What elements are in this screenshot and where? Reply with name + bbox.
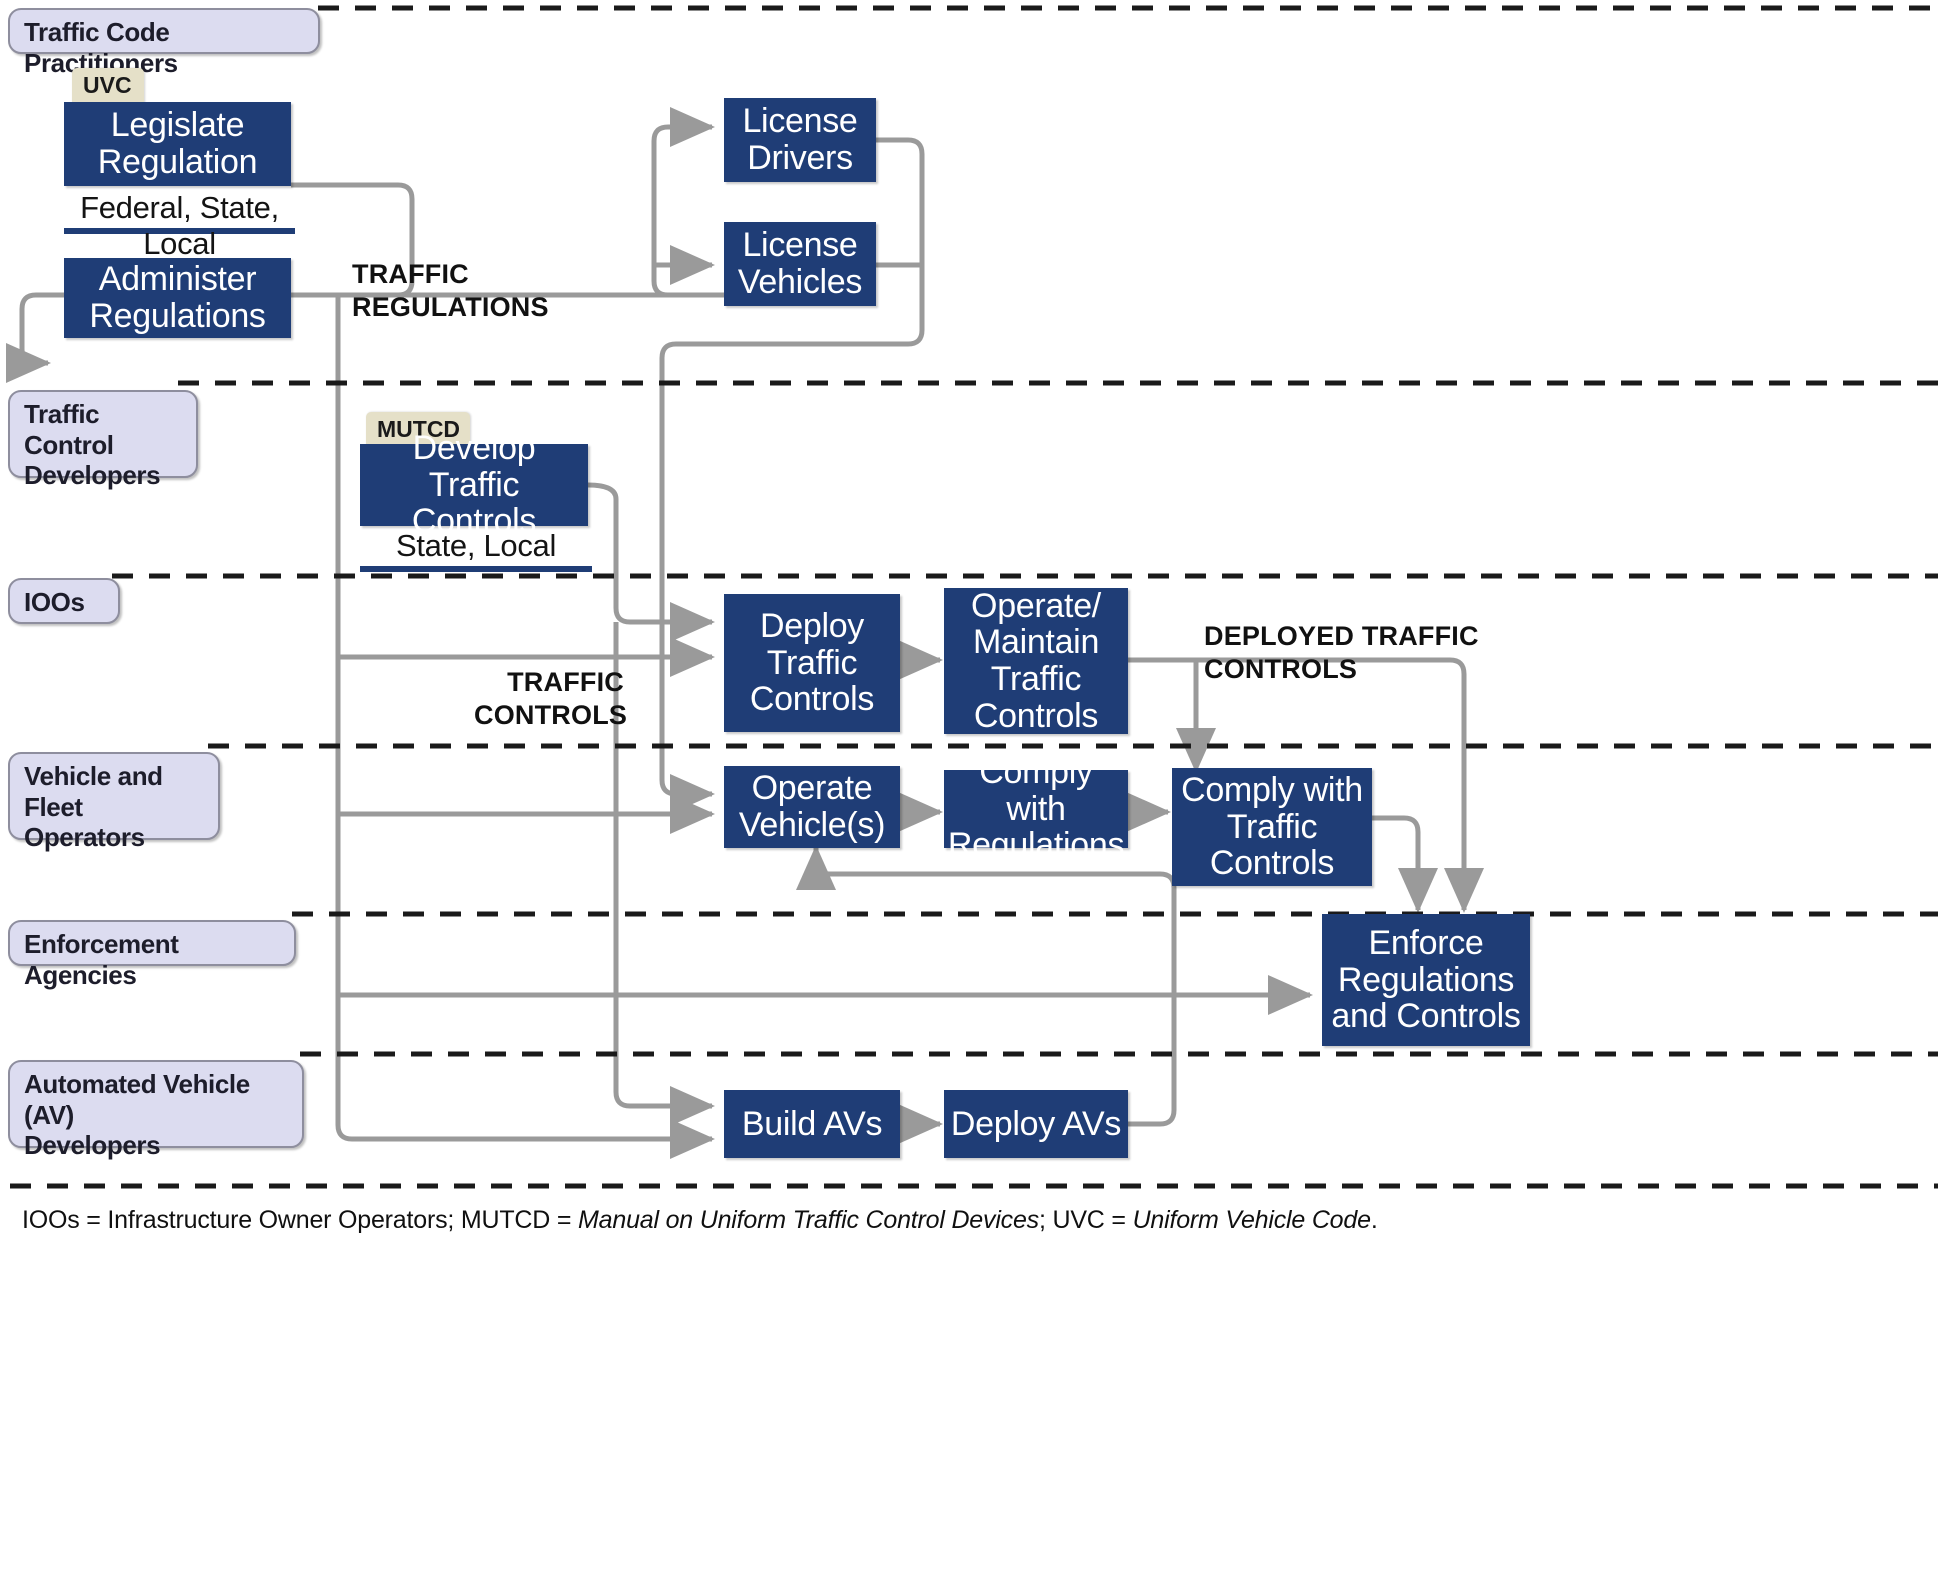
lane-label-traffic-code-practitioners: Traffic Code Practitioners <box>8 8 320 78</box>
box-comply-with-traffic-controls[interactable]: Comply with Traffic Controls <box>1172 768 1372 886</box>
caption-develop-traffic-controls: State, Local <box>360 528 592 572</box>
footnote-part-3: . <box>1370 1206 1378 1234</box>
diagram-canvas: Traffic Code Practitioners Traffic Contr… <box>0 0 1946 1573</box>
lane-label-ioos: IOOs <box>8 578 120 624</box>
box-comply-with-regulations[interactable]: Comply with Regulations <box>944 754 1128 864</box>
footnote-part-1: IOOs = Infrastructure Owner Operators; M… <box>22 1206 579 1234</box>
box-license-vehicles[interactable]: License Vehicles <box>724 222 876 306</box>
caption-legislate-regulation: Federal, State, Local <box>64 190 295 261</box>
flow-label-deployed-traffic-controls: DEPLOYED TRAFFIC CONTROLS <box>1204 621 1479 685</box>
flow-label-traffic-controls: TRAFFIC CONTROLS <box>474 667 628 731</box>
lane-label-traffic-control-developers: Traffic Control Developers <box>8 390 198 490</box>
lane-label-enforcement-agencies: Enforcement Agencies <box>8 920 296 990</box>
box-build-avs[interactable]: Build AVs <box>724 1090 900 1158</box>
footnote-italic-mutcd: Manual on Uniform Traffic Control Device… <box>578 1206 1039 1234</box>
lane-label-av-developers: Automated Vehicle (AV) Developers <box>8 1060 304 1160</box>
footnote-abbreviations: IOOs = Infrastructure Owner Operators; M… <box>22 1206 1378 1235</box>
edge-to-license-drivers <box>651 107 716 298</box>
lane-label-vehicle-and-fleet-operators: Vehicle and Fleet Operators <box>8 752 220 852</box>
box-administer-regulations[interactable]: Administer Regulations <box>64 258 291 338</box>
footnote-italic-uvc: Uniform Vehicle Code <box>1132 1206 1371 1234</box>
box-enforce-regulations-and-controls[interactable]: Enforce Regulations and Controls <box>1322 914 1530 1046</box>
box-operate-maintain-traffic-controls[interactable]: Operate/ Maintain Traffic Controls <box>944 587 1128 734</box>
box-operate-vehicles[interactable]: Operate Vehicle(s) <box>724 766 900 848</box>
edge-develop-to-deploy-tc <box>587 482 716 642</box>
box-develop-traffic-controls[interactable]: Develop Traffic Controls <box>360 430 588 540</box>
flow-label-traffic-regulations: TRAFFIC REGULATIONS <box>352 259 549 323</box>
edge-comply-tc-to-enforce <box>1372 815 1438 914</box>
edge-trunk-to-build-avs <box>335 1119 716 1159</box>
box-legislate-regulation[interactable]: Legislate Regulation <box>64 102 291 186</box>
tab-uvc: UVC <box>72 68 144 104</box>
box-deploy-avs[interactable]: Deploy AVs <box>944 1090 1128 1158</box>
edge-deploy-avs-up <box>796 844 1177 1127</box>
box-deploy-traffic-controls[interactable]: Deploy Traffic Controls <box>724 594 900 732</box>
box-license-drivers[interactable]: License Drivers <box>724 98 876 182</box>
footnote-part-2: ; UVC = <box>1038 1206 1133 1234</box>
